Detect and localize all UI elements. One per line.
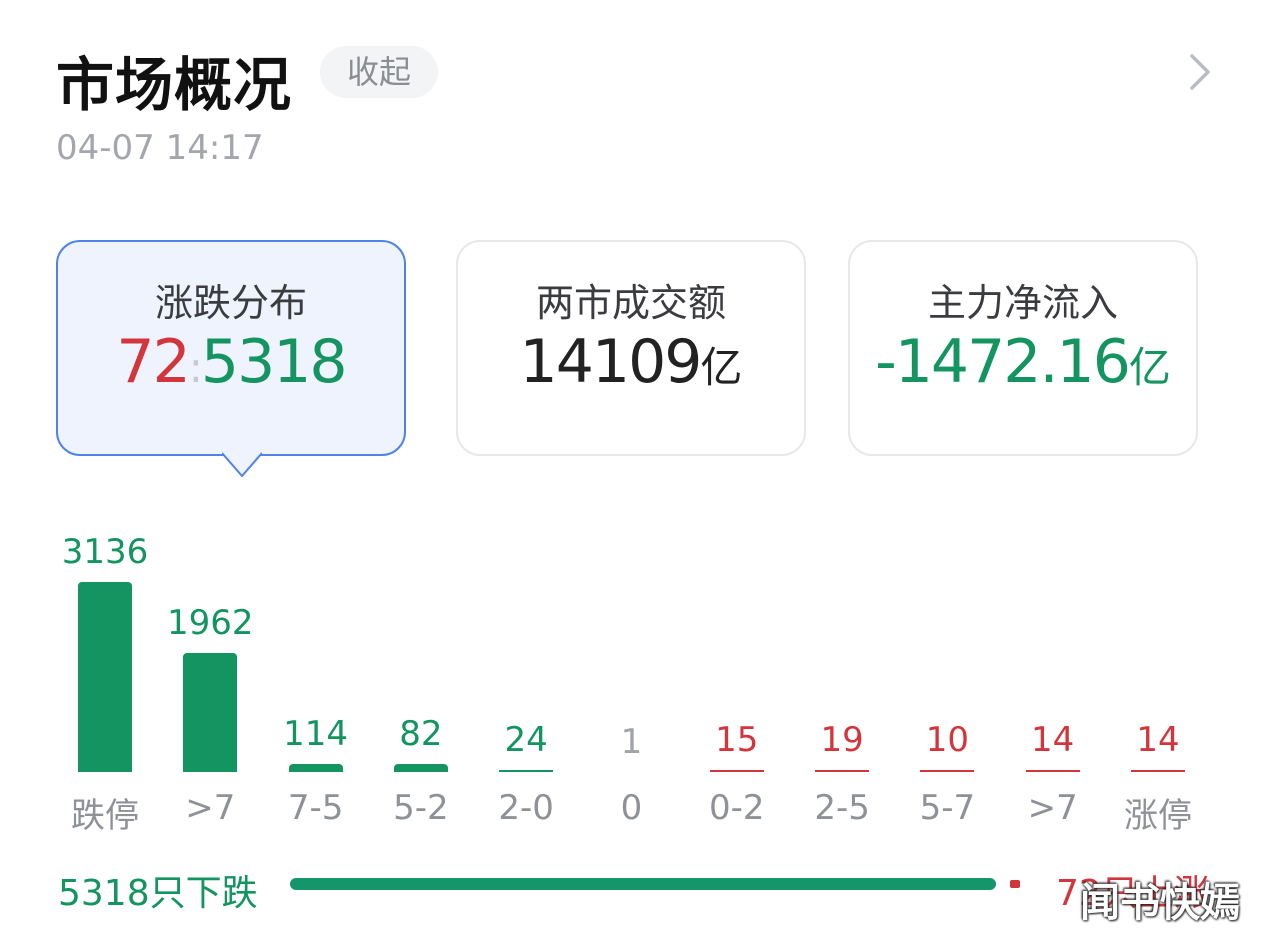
bar-value-label: 15 [715,720,759,760]
bar-value-label: 1962 [167,603,254,643]
category-label: 7-5 [287,788,344,828]
category-label: 0-2 [709,788,765,828]
category-label: >7 [185,788,236,828]
bar-value-label: 14 [1136,720,1180,760]
bar-4 [499,770,554,772]
bar-value-label: 24 [504,720,548,760]
bar-value-label: 14 [1031,720,1075,760]
bar-value-label: 82 [399,714,443,754]
bar-1 [183,653,238,772]
rise-fall-progress [290,878,1020,890]
bar-8 [920,770,975,772]
bar-2 [288,764,343,772]
watermark-text: 闻书快嫣 [1080,880,1240,926]
bar-10 [1131,770,1185,772]
progress-fill-down [290,878,996,890]
category-label: 2-0 [498,788,554,828]
category-label: 涨停 [1124,796,1192,836]
category-label: 5-7 [919,788,976,828]
bar-6 [709,770,764,772]
down-summary: 5318只下跌 [58,873,258,914]
bar-value-label: 114 [283,714,349,754]
bar-7 [815,770,870,772]
bar-value-label: 1 [620,722,643,762]
bar-9 [1025,770,1080,772]
category-label: >7 [1027,788,1078,828]
category-label: 跌停 [71,796,139,836]
category-label: 2-5 [814,788,870,828]
bar-0 [78,582,132,772]
bar-value-label: 10 [925,720,970,760]
bar-value-label: 19 [820,720,864,760]
category-label: 0 [620,788,643,828]
bar-value-label: 3136 [61,532,149,572]
category-label: 5-2 [393,788,449,828]
bar-3 [393,764,448,772]
progress-fill-up [1010,880,1020,888]
rise-fall-distribution-chart: 3136 跌停 1962 >7 114 7-5 82 5-2 24 2-0 1 0 15 0-2 19 2-5… [0,0,1264,845]
